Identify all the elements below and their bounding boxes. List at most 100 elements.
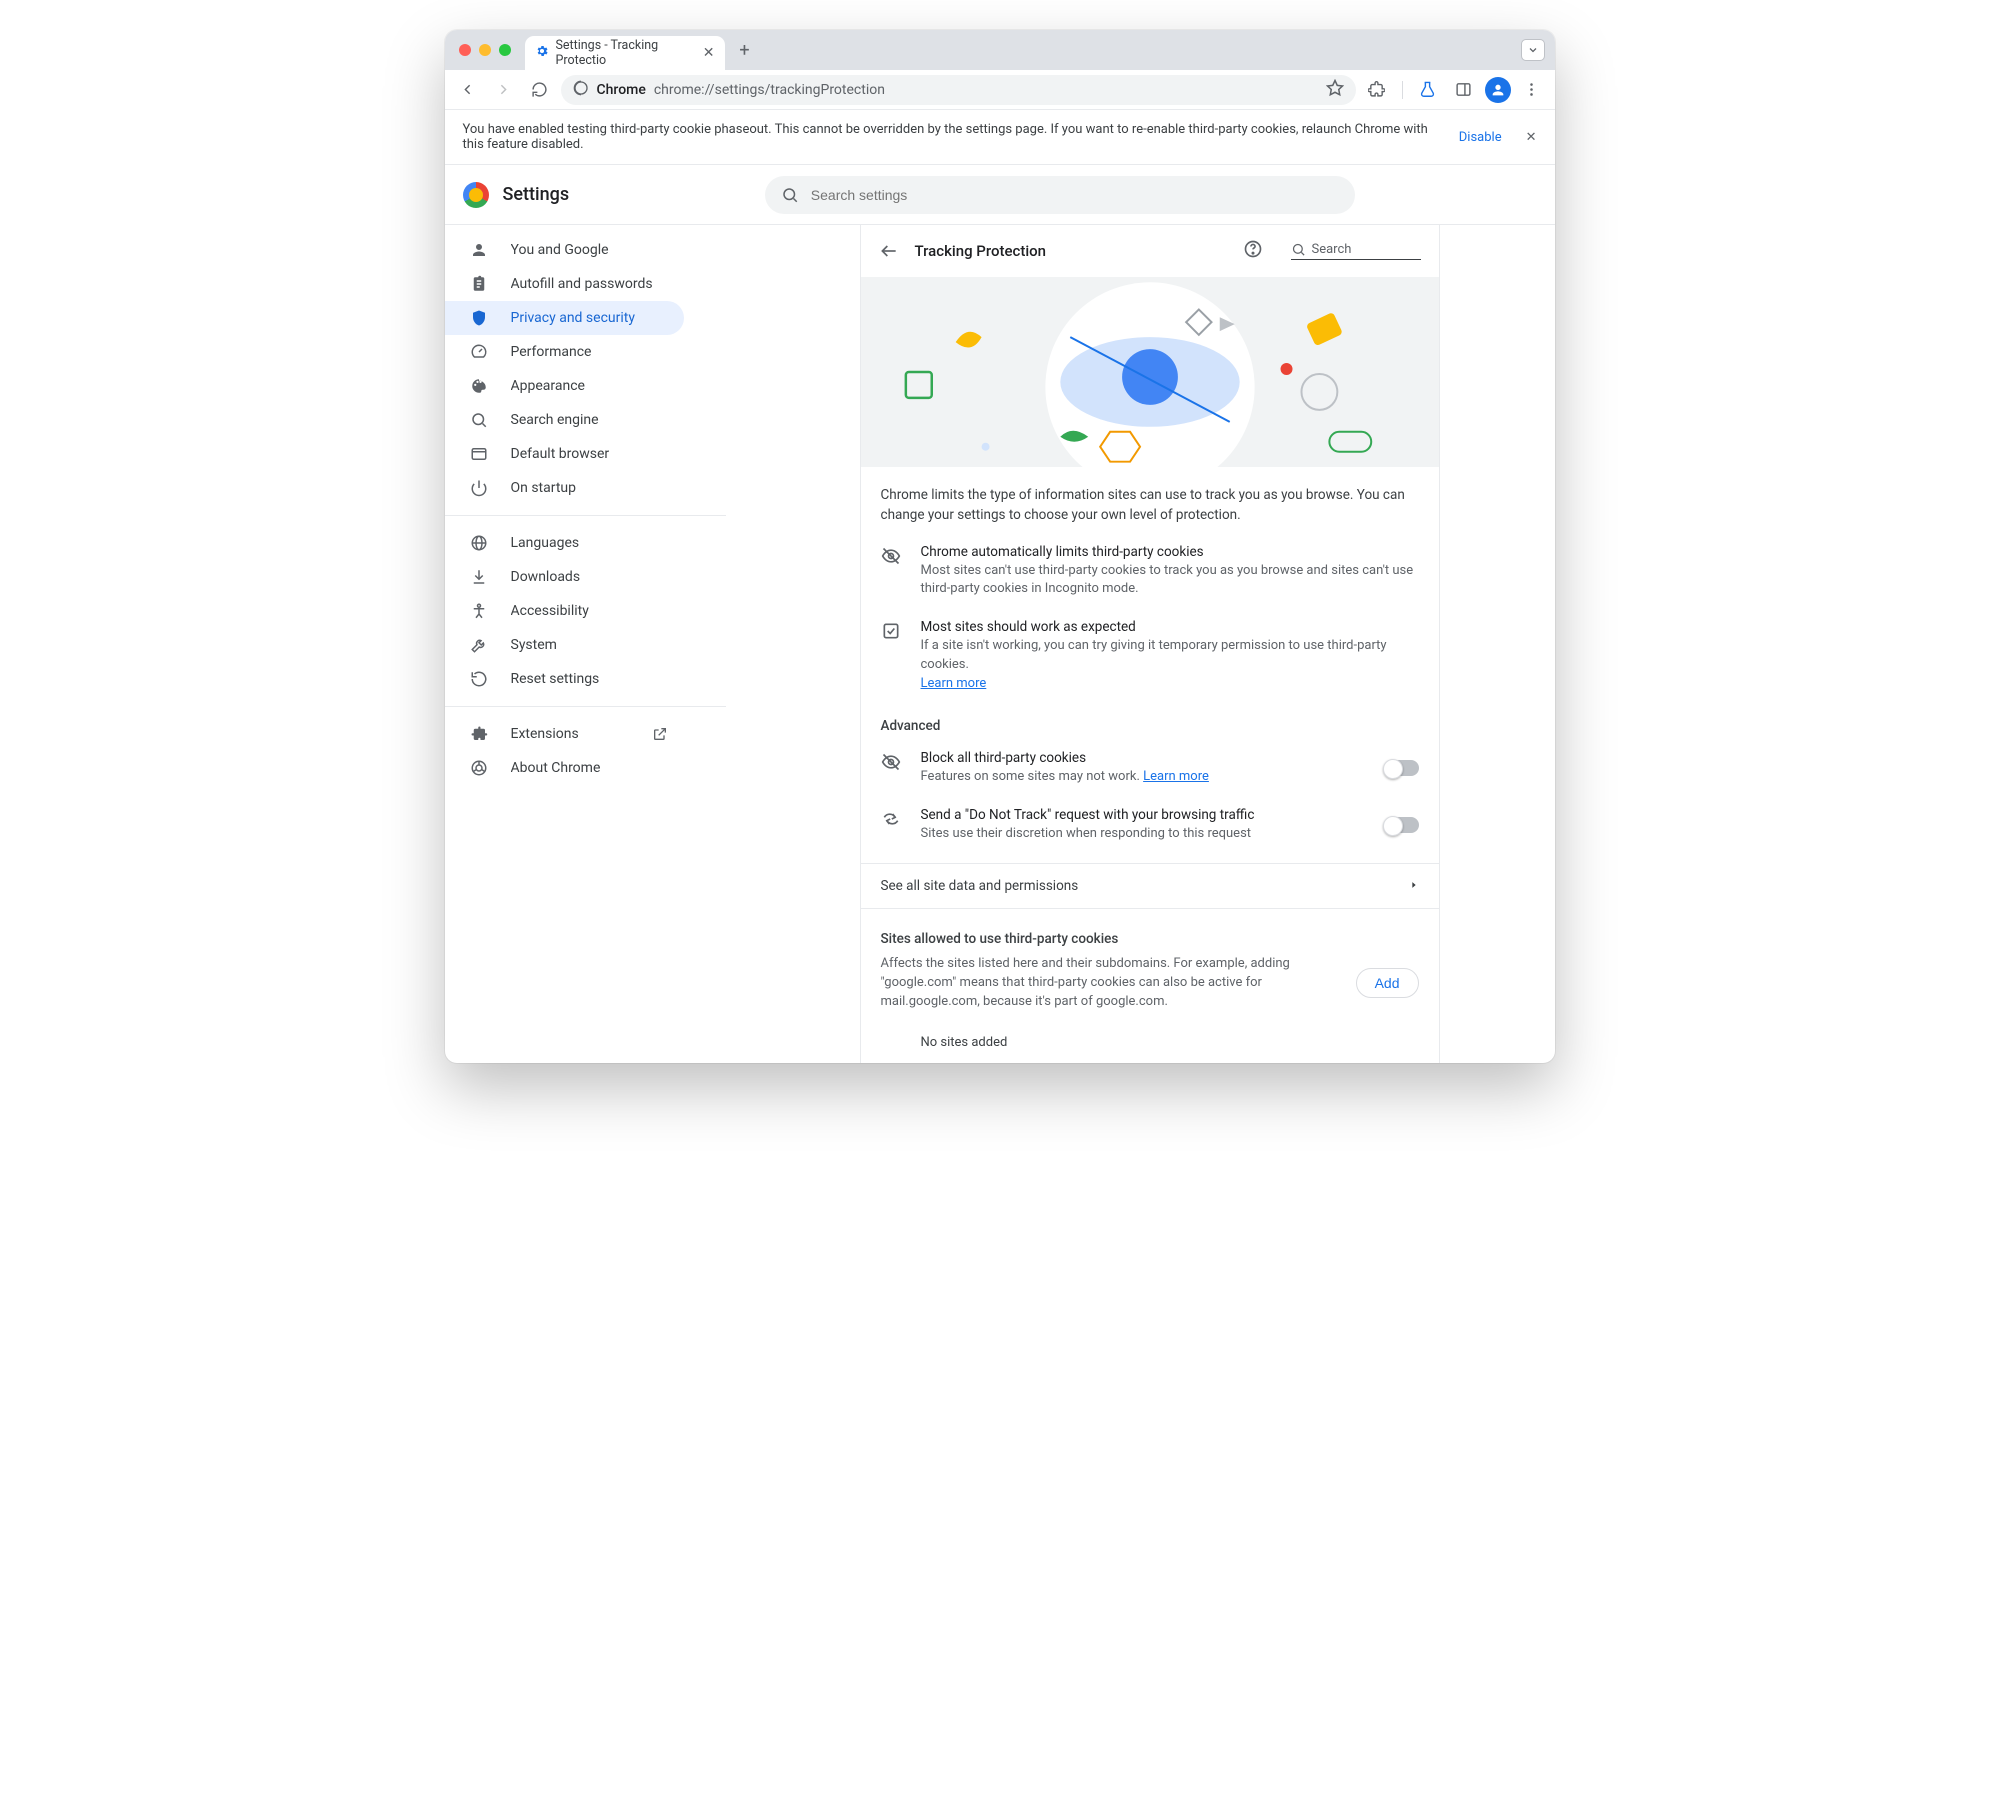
sidebar-item-reset[interactable]: Reset settings xyxy=(445,662,684,696)
local-search-label: Search xyxy=(1312,242,1352,257)
chrome-logo-icon xyxy=(463,182,489,208)
external-link-icon xyxy=(652,726,668,742)
sidebar-item-label: On startup xyxy=(511,480,577,496)
close-tab-button[interactable]: ✕ xyxy=(703,45,715,61)
tabs-dropdown-button[interactable] xyxy=(1521,39,1545,61)
site-info-icon[interactable] xyxy=(573,80,589,100)
labs-button[interactable] xyxy=(1413,75,1443,105)
sites-allowed-row: Affects the sites listed here and their … xyxy=(861,953,1439,1022)
sidebar-item-about[interactable]: About Chrome xyxy=(445,751,684,785)
local-search[interactable]: Search xyxy=(1291,242,1421,260)
sidebar-item-performance[interactable]: Performance xyxy=(445,335,684,369)
dnt-toggle[interactable] xyxy=(1385,817,1419,833)
sidebar-item-label: Default browser xyxy=(511,446,610,462)
sidebar-item-label: Extensions xyxy=(511,726,579,742)
settings-title: Settings xyxy=(503,184,570,205)
sidebar-item-default-browser[interactable]: Default browser xyxy=(445,437,684,471)
puzzle-icon xyxy=(469,724,489,744)
sites-empty-row: No sites added xyxy=(861,1022,1439,1063)
page-title: Tracking Protection xyxy=(915,242,1047,260)
settings-body: You and Google Autofill and passwords Pr… xyxy=(445,225,1555,1063)
back-button[interactable] xyxy=(453,75,483,105)
toggle-row-block-cookies: Block all third-party cookies Features o… xyxy=(861,740,1439,797)
reload-button[interactable] xyxy=(525,75,555,105)
sidebar-item-extensions[interactable]: Extensions xyxy=(445,717,684,751)
learn-more-link[interactable]: Learn more xyxy=(921,676,987,691)
settings-search-input[interactable] xyxy=(809,186,1339,204)
sidebar-item-label: Reset settings xyxy=(511,671,600,687)
row-title: Most sites should work as expected xyxy=(921,619,1419,635)
new-tab-button[interactable]: + xyxy=(731,36,759,64)
sidebar-item-languages[interactable]: Languages xyxy=(445,526,684,560)
sidebar-item-label: Downloads xyxy=(511,569,581,585)
navrow-label: See all site data and permissions xyxy=(881,878,1079,894)
minimize-window-button[interactable] xyxy=(479,44,491,56)
side-panel-button[interactable] xyxy=(1449,75,1479,105)
sidebar-item-label: System xyxy=(511,637,557,653)
page-intro: Chrome limits the type of information si… xyxy=(861,467,1439,534)
learn-more-link[interactable]: Learn more xyxy=(1143,769,1209,784)
chrome-icon xyxy=(469,758,489,778)
main-area: Tracking Protection Search xyxy=(745,225,1555,1063)
row-title: Chrome automatically limits third-party … xyxy=(921,544,1419,560)
sidebar-item-you-and-google[interactable]: You and Google xyxy=(445,233,684,267)
forward-button[interactable] xyxy=(489,75,519,105)
info-bar: You have enabled testing third-party coo… xyxy=(445,110,1555,165)
globe-icon xyxy=(469,533,489,553)
palette-icon xyxy=(469,376,489,396)
chevron-right-icon xyxy=(1409,878,1419,894)
sidebar-item-label: Autofill and passwords xyxy=(511,276,653,292)
sidebar-item-appearance[interactable]: Appearance xyxy=(445,369,684,403)
bookmark-button[interactable] xyxy=(1326,79,1344,101)
close-window-button[interactable] xyxy=(459,44,471,56)
sidebar-divider xyxy=(445,515,726,516)
settings-header: Settings xyxy=(445,165,1555,225)
shield-icon xyxy=(469,308,489,328)
sidebar-item-system[interactable]: System xyxy=(445,628,684,662)
sidebar-item-accessibility[interactable]: Accessibility xyxy=(445,594,684,628)
block-cookies-toggle[interactable] xyxy=(1385,760,1419,776)
browser-icon xyxy=(469,444,489,464)
sidebar-item-on-startup[interactable]: On startup xyxy=(445,471,684,505)
sidebar-item-privacy[interactable]: Privacy and security xyxy=(445,301,684,335)
menu-button[interactable] xyxy=(1517,75,1547,105)
sidebar-item-label: Languages xyxy=(511,535,580,551)
search-icon xyxy=(1291,242,1306,257)
titlebar: Settings - Tracking Protectio ✕ + xyxy=(445,30,1555,70)
back-icon[interactable] xyxy=(879,241,901,261)
sidebar-item-search-engine[interactable]: Search engine xyxy=(445,403,684,437)
url-path: chrome://settings/trackingProtection xyxy=(654,82,885,98)
check-box-icon xyxy=(881,619,903,694)
sidebar-divider xyxy=(445,706,726,707)
extensions-button[interactable] xyxy=(1362,75,1392,105)
address-bar[interactable]: Chrome chrome://settings/trackingProtect… xyxy=(561,75,1356,105)
maximize-window-button[interactable] xyxy=(499,44,511,56)
eye-off-icon xyxy=(881,750,903,787)
sidebar-item-label: Performance xyxy=(511,344,592,360)
hero-illustration xyxy=(861,277,1439,467)
row-desc: Features on some sites may not work. Lea… xyxy=(921,768,1367,787)
window-controls xyxy=(445,44,525,56)
settings-search[interactable] xyxy=(765,176,1355,214)
toolbar: Chrome chrome://settings/trackingProtect… xyxy=(445,70,1555,110)
profile-button[interactable] xyxy=(1485,77,1511,103)
clipboard-icon xyxy=(469,274,489,294)
search-icon xyxy=(781,186,799,204)
download-icon xyxy=(469,567,489,587)
sidebar-item-autofill[interactable]: Autofill and passwords xyxy=(445,267,684,301)
search-icon xyxy=(469,410,489,430)
info-row-cookies: Chrome automatically limits third-party … xyxy=(861,534,1439,610)
help-button[interactable] xyxy=(1243,239,1263,263)
see-all-site-data-link[interactable]: See all site data and permissions xyxy=(861,863,1439,909)
tab-title: Settings - Tracking Protectio xyxy=(556,38,696,68)
browser-tab[interactable]: Settings - Tracking Protectio ✕ xyxy=(525,36,725,70)
sidebar-item-downloads[interactable]: Downloads xyxy=(445,560,684,594)
add-site-button[interactable]: Add xyxy=(1356,968,1419,998)
speedometer-icon xyxy=(469,342,489,362)
sidebar: You and Google Autofill and passwords Pr… xyxy=(445,225,745,1063)
url-origin: Chrome xyxy=(597,82,646,98)
row-desc: Most sites can't use third-party cookies… xyxy=(921,562,1419,600)
info-bar-disable-link[interactable]: Disable xyxy=(1459,130,1502,145)
info-bar-close-button[interactable]: ✕ xyxy=(1526,130,1537,145)
toolbar-divider xyxy=(1402,81,1403,99)
